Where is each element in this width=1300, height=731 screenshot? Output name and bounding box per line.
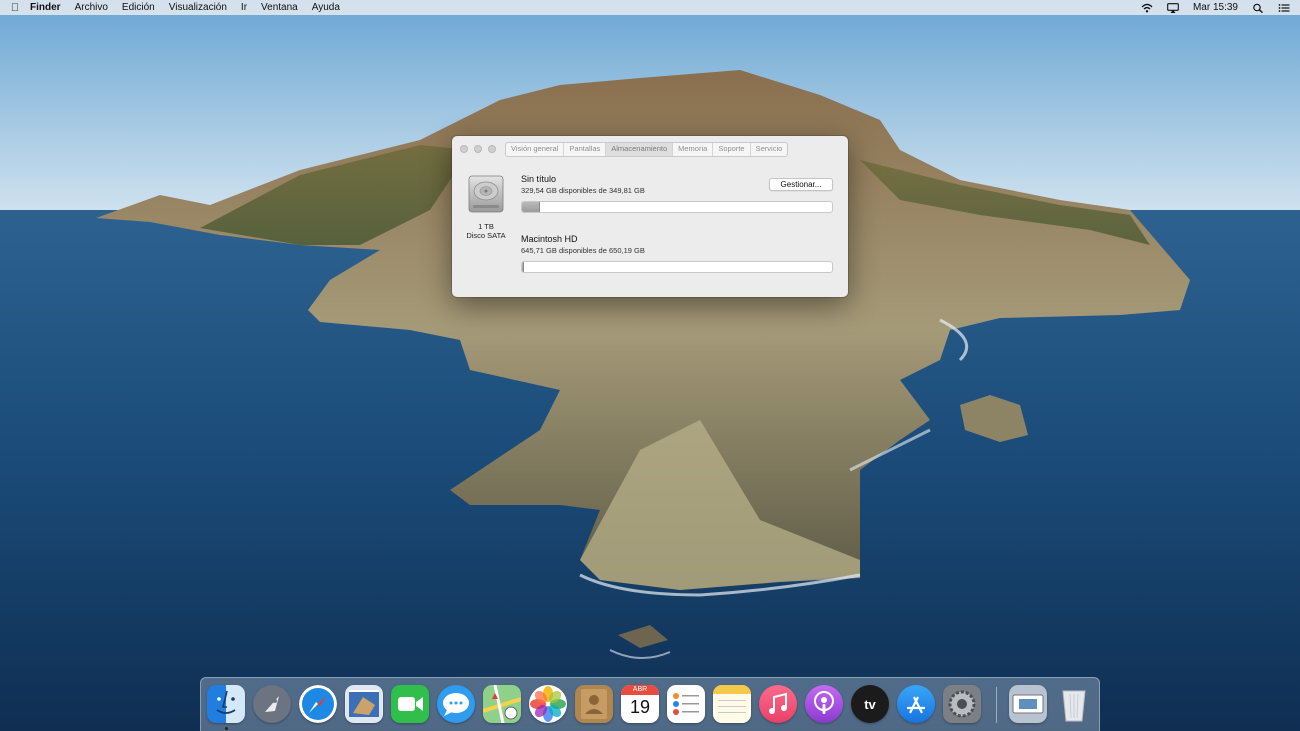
calendar-month: ABR [621,685,659,695]
wifi-icon[interactable] [1141,3,1153,13]
notes-icon[interactable] [713,685,751,723]
volume-capacity: 645,71 GB disponibles de 650,19 GB [521,246,645,255]
contacts-icon[interactable] [575,685,613,723]
volume-name: Macintosh HD [521,234,578,244]
tab-soporte[interactable]: Soporte [713,143,751,156]
volume-name: Sin título [521,174,557,184]
tab-almacenamiento[interactable]: Almacenamiento [606,143,674,156]
about-this-mac-window: Visión general Pantallas Almacenamiento … [452,136,848,297]
facetime-icon[interactable] [391,685,429,723]
podcasts-icon[interactable] [805,685,843,723]
disk-caption: 1 TB Disco SATA [460,222,512,240]
trash-icon[interactable] [1055,685,1093,723]
minimize-button[interactable] [474,145,482,153]
safari-icon[interactable] [299,685,337,723]
volume-usage-bar [521,201,833,213]
tab-pantallas[interactable]: Pantallas [564,143,607,156]
calendar-day: 19 [629,697,651,717]
downloads-stack-icon[interactable] [1009,685,1047,723]
tab-vision-general[interactable]: Visión general [506,143,565,156]
menu-archivo[interactable]: Archivo [75,2,108,13]
close-button[interactable] [460,145,468,153]
notification-center-icon[interactable] [1278,3,1290,13]
photos-icon[interactable] [529,685,567,723]
finder-icon[interactable] [207,685,245,723]
tab-memoria[interactable]: Memoria [673,143,714,156]
maps-icon[interactable] [483,685,521,723]
messages-icon[interactable] [437,685,475,723]
menu-edicion[interactable]: Edición [122,2,155,13]
calendar-icon[interactable]: ABR 19 [621,685,659,723]
window-titlebar[interactable]: Visión general Pantallas Almacenamiento … [452,136,848,160]
running-indicator [225,727,228,730]
disk-type: Disco SATA [466,231,506,240]
disk-size: 1 TB [478,222,494,231]
menu-ayuda[interactable]: Ayuda [312,2,340,13]
menu-bar:  Finder Archivo Edición Visualización I… [0,0,1300,15]
spotlight-icon[interactable] [1252,3,1264,13]
tab-servicio[interactable]: Servicio [751,143,788,156]
airplay-icon[interactable] [1167,2,1179,13]
app-store-icon[interactable] [897,685,935,723]
volume-usage-fill [522,202,540,212]
launchpad-icon[interactable] [253,685,291,723]
music-icon[interactable] [759,685,797,723]
menu-app-name[interactable]: Finder [30,2,61,13]
volume-usage-fill [522,262,525,272]
reminders-icon[interactable] [667,685,705,723]
manage-button[interactable]: Gestionar... [769,178,833,191]
apple-tv-label: tv [864,696,876,712]
mail-icon[interactable] [345,685,383,723]
tab-bar: Visión general Pantallas Almacenamiento … [505,142,789,157]
wallpaper-art [0,0,1300,731]
volume-usage-bar [521,261,833,273]
apple-tv-icon[interactable]: tv [851,685,889,723]
apple-icon[interactable]:  [0,2,30,14]
dock: ABR 19 tv [200,677,1100,731]
volume-capacity: 329,54 GB disponibles de 349,81 GB [521,186,645,195]
gear-icon[interactable] [943,685,981,723]
zoom-button[interactable] [488,145,496,153]
desktop-wallpaper [0,0,1300,731]
menu-ir[interactable]: Ir [241,2,247,13]
menu-ventana[interactable]: Ventana [261,2,298,13]
dock-separator [996,687,997,723]
menubar-clock[interactable]: Mar 15:39 [1193,2,1238,13]
menu-visualizacion[interactable]: Visualización [169,2,227,13]
hard-disk-icon [468,175,504,213]
